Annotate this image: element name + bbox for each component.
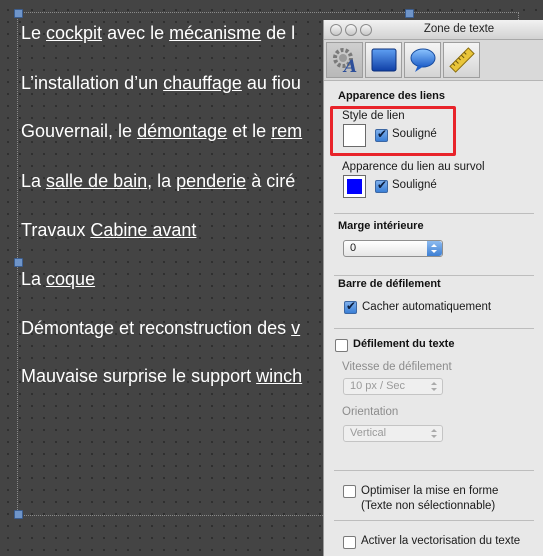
close-button[interactable] — [330, 24, 342, 36]
fill-square-icon — [371, 48, 397, 72]
separator — [334, 328, 534, 329]
hyperlink[interactable]: salle de bain — [46, 171, 147, 191]
orientation-value: Vertical — [350, 427, 387, 439]
hyperlink[interactable]: winch — [256, 366, 302, 386]
scrollbar-heading: Barre de défilement — [338, 278, 441, 290]
hyperlink[interactable]: coque — [46, 269, 95, 289]
auto-hide-label: Cacher automatiquement — [362, 301, 492, 313]
hyperlink[interactable]: mécanisme — [169, 23, 261, 43]
resize-handle-bottom-left[interactable] — [14, 510, 23, 519]
separator — [334, 470, 534, 471]
optimize-layout-label: Optimiser la mise en forme — [361, 485, 499, 497]
stepper-arrows-icon — [427, 379, 442, 394]
text-run: à ciré — [246, 171, 296, 191]
zoom-button[interactable] — [360, 24, 372, 36]
text-line[interactable]: La coque — [21, 268, 95, 290]
tab-text-settings[interactable]: A — [326, 42, 363, 78]
tab-dimensions[interactable] — [443, 42, 480, 78]
hyperlink[interactable]: Cabine avant — [90, 220, 196, 240]
hyperlink[interactable]: rem — [271, 121, 302, 141]
tab-fill[interactable] — [365, 42, 402, 78]
resize-handle-top[interactable] — [405, 9, 414, 18]
text-run: Le — [21, 23, 47, 43]
text-line[interactable]: Mauvaise surprise le support winch — [21, 365, 302, 387]
hover-underline-label: Souligné — [392, 179, 437, 191]
text-line[interactable]: Gouvernail, le démontage et le rem — [21, 120, 302, 142]
orientation-label: Orientation — [342, 406, 399, 418]
text-scroll-heading: Défilement du texte — [353, 338, 455, 350]
stepper-arrows-icon — [427, 426, 442, 441]
text-run: Travaux — [21, 220, 91, 240]
hover-underline-checkbox[interactable] — [375, 178, 388, 193]
links-appearance-heading: Apparence des liens — [338, 90, 445, 102]
inner-margin-value: 0 — [350, 242, 357, 254]
hyperlink[interactable]: penderie — [176, 171, 246, 191]
scroll-speed-select[interactable]: 10 px / Sec — [343, 378, 443, 395]
inner-margin-heading: Marge intérieure — [338, 220, 424, 232]
panel-titlebar[interactable]: Zone de texte — [324, 20, 543, 40]
resize-handle-top-left[interactable] — [14, 9, 23, 18]
separator — [334, 213, 534, 214]
optimize-layout-note: (Texte non sélectionnable) — [361, 500, 496, 512]
svg-text:A: A — [342, 57, 357, 74]
inspector-panel: Zone de texte A Apparence des liens Styl… — [323, 20, 543, 556]
scroll-speed-value: 10 px / Sec — [350, 380, 406, 392]
resize-handle-left[interactable] — [14, 258, 23, 267]
ruler-icon — [449, 47, 475, 73]
vectorize-text-checkbox[interactable] — [343, 536, 356, 549]
text-run: La — [21, 171, 47, 191]
inner-margin-select[interactable]: 0 — [343, 240, 443, 257]
text-run: Gouvernail, le — [21, 121, 138, 141]
text-line[interactable]: La salle de bain, la penderie à ciré — [21, 170, 295, 192]
text-line[interactable]: Le cockpit avec le mécanisme de l — [21, 22, 295, 44]
hover-appearance-label: Apparence du lien au survol — [342, 161, 485, 173]
tab-shadow[interactable] — [404, 42, 441, 78]
optimize-layout-checkbox[interactable] — [343, 485, 356, 498]
panel-title: Zone de texte — [423, 23, 495, 35]
text-run: La — [21, 269, 47, 289]
highlight-annotation — [330, 106, 456, 156]
text-scroll-checkbox[interactable] — [335, 339, 348, 352]
text-run: de l — [261, 23, 296, 43]
separator — [334, 520, 534, 521]
inspector-tabs: A — [324, 40, 543, 81]
minimize-button[interactable] — [345, 24, 357, 36]
text-run: Mauvaise surprise le support — [21, 366, 257, 386]
hover-color-swatch[interactable] — [343, 175, 366, 198]
text-run: et le — [227, 121, 272, 141]
hyperlink[interactable]: chauffage — [163, 73, 242, 93]
text-run: Démontage et reconstruction des — [21, 318, 292, 338]
text-run: avec le — [102, 23, 170, 43]
text-run: , la — [147, 171, 177, 191]
text-line[interactable]: Démontage et reconstruction des v — [21, 317, 300, 339]
gear-text-icon: A — [333, 48, 357, 74]
vectorize-text-label: Activer la vectorisation du texte — [361, 535, 521, 547]
orientation-select[interactable]: Vertical — [343, 425, 443, 442]
speech-bubble-icon — [410, 48, 436, 72]
text-line[interactable]: L’installation d’un chauffage au fiou — [21, 72, 301, 94]
text-run: au fiou — [241, 73, 301, 93]
text-run: L’installation d’un — [21, 73, 164, 93]
hyperlink[interactable]: v — [291, 318, 300, 338]
hyperlink[interactable]: démontage — [137, 121, 227, 141]
stepper-arrows-icon — [427, 241, 442, 256]
text-line[interactable]: Travaux Cabine avant — [21, 219, 196, 241]
auto-hide-checkbox[interactable] — [344, 299, 357, 314]
scroll-speed-label: Vitesse de défilement — [342, 361, 452, 373]
separator — [334, 275, 534, 276]
hyperlink[interactable]: cockpit — [46, 23, 102, 43]
